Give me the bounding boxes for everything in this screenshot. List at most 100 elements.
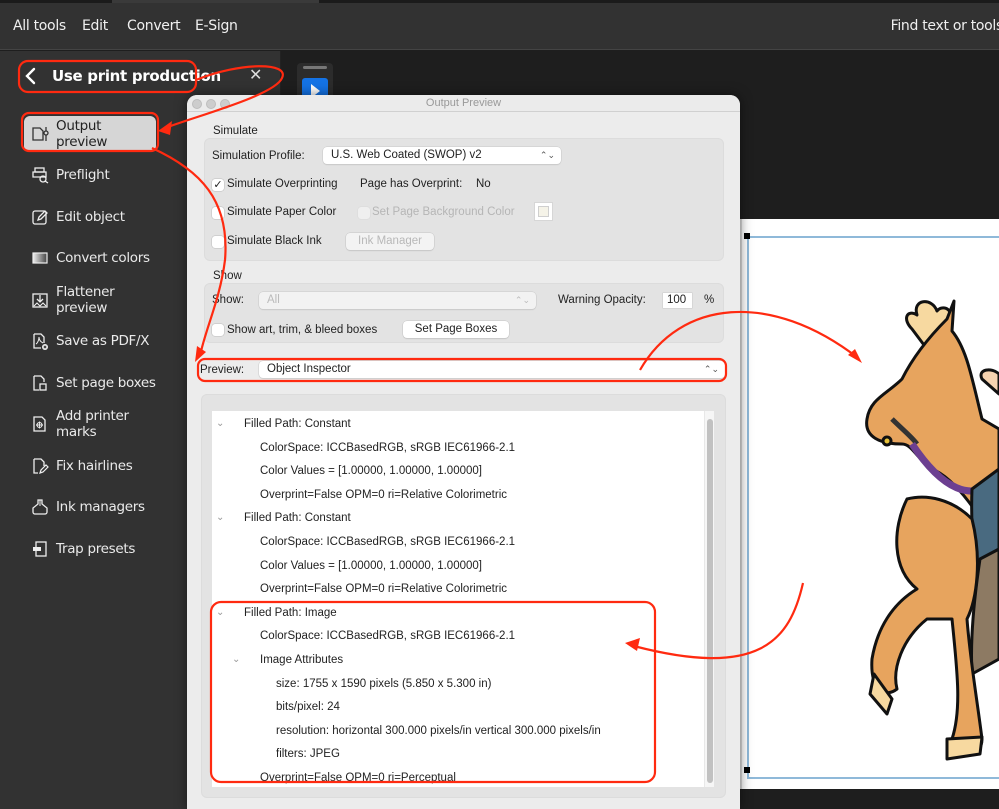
tool-ink-managers[interactable]: Ink managers xyxy=(24,489,156,525)
preview-label: Preview: xyxy=(200,364,245,376)
horse-rider-image xyxy=(865,299,999,761)
tree-row[interactable]: filters: JPEG xyxy=(276,743,340,765)
chevron-left-icon[interactable] xyxy=(20,64,40,88)
tool-trap-presets[interactable]: Trap presets xyxy=(24,531,156,567)
tool-flattener-preview[interactable]: Flattener preview xyxy=(24,282,156,318)
tree-row[interactable]: Image Attributes xyxy=(260,649,343,671)
dialog-title: Output Preview xyxy=(425,97,502,109)
tool-label: Add printer marks xyxy=(56,408,129,440)
tree-row[interactable]: ColorSpace: ICCBasedRGB, sRGB IEC61966-2… xyxy=(260,531,515,553)
ink-manager-button[interactable]: Ink Manager xyxy=(346,233,434,250)
set-page-boxes-button[interactable]: Set Page Boxes xyxy=(403,321,509,338)
menu-all-tools[interactable]: All tools xyxy=(13,18,66,34)
object-inspector-panel: ⌄ Filled Path: Constant ColorSpace: ICCBas… xyxy=(201,394,726,798)
tree-row[interactable]: Overprint=False OPM=0 ri=Relative Colori… xyxy=(260,578,507,600)
tree-scrollbar[interactable] xyxy=(704,411,714,787)
menu-bar: All tools Edit Convert E-Sign Find text … xyxy=(0,3,999,50)
set-page-boxes-icon xyxy=(31,374,49,392)
tree-row[interactable]: Color Values = [1.00000, 1.00000, 1.0000… xyxy=(260,555,482,577)
simulation-profile-value: U.S. Web Coated (SWOP) v2 xyxy=(331,149,482,161)
printer-marks-icon xyxy=(31,415,49,433)
tree-row[interactable]: Filled Path: Image xyxy=(244,602,337,624)
show-section-label: Show xyxy=(213,270,242,282)
tree-row[interactable]: ColorSpace: ICCBasedRGB, sRGB IEC61966-2… xyxy=(260,437,515,459)
tool-output-preview[interactable]: Output preview xyxy=(24,116,156,152)
dialog-titlebar[interactable]: Output Preview xyxy=(187,95,740,112)
show-boxes-checkbox[interactable] xyxy=(212,324,224,336)
select-arrows-icon: ⌃⌄ xyxy=(539,150,555,160)
toolbar-grip[interactable] xyxy=(303,66,327,69)
percent-label: % xyxy=(704,294,715,306)
simulation-profile-select[interactable]: U.S. Web Coated (SWOP) v2 ⌃⌄ xyxy=(323,147,561,164)
tree-row[interactable]: Filled Path: Constant xyxy=(244,413,351,435)
simulate-paper-color-label: Simulate Paper Color xyxy=(227,206,337,218)
select-arrows-icon: ⌃⌄ xyxy=(703,364,719,374)
tool-label: Flattener preview xyxy=(56,284,115,316)
menu-edit[interactable]: Edit xyxy=(82,18,108,34)
tree-row[interactable]: Color Values = [1.00000, 1.00000, 1.0000… xyxy=(260,460,482,482)
show-boxes-label: Show art, trim, & bleed boxes xyxy=(227,324,378,336)
tree-row[interactable]: Overprint=False OPM=0 ri=Relative Colori… xyxy=(260,484,507,506)
save-pdfx-icon xyxy=(31,332,49,350)
tool-label: Output preview xyxy=(56,118,108,150)
tool-save-pdfx[interactable]: Save as PDF/X xyxy=(24,323,156,359)
swatch-color xyxy=(538,206,549,217)
find-text-or-tools[interactable]: Find text or tools xyxy=(891,18,999,34)
tree-row[interactable]: bits/pixel: 24 xyxy=(276,696,340,718)
menu-convert[interactable]: Convert xyxy=(127,18,181,34)
simulate-black-ink-checkbox[interactable] xyxy=(212,236,224,248)
tool-fix-hairlines[interactable]: Fix hairlines xyxy=(24,448,156,484)
simulation-profile-label: Simulation Profile: xyxy=(212,150,305,162)
tree-row[interactable]: resolution: horizontal 300.000 pixels/in… xyxy=(276,720,601,742)
edit-object-icon xyxy=(31,208,49,226)
ink-manager-icon xyxy=(31,498,49,516)
simulate-overprinting-checkbox[interactable]: ✓ xyxy=(212,179,224,191)
simulate-black-ink-label: Simulate Black Ink xyxy=(227,235,322,247)
tree-row[interactable]: Filled Path: Constant xyxy=(244,507,351,529)
background-color-swatch[interactable] xyxy=(534,202,553,221)
tool-label: Preflight xyxy=(56,167,110,183)
page-overprint-label: Page has Overprint: xyxy=(360,178,463,190)
scrollbar-thumb[interactable] xyxy=(707,419,713,783)
show-select[interactable]: All ⌃⌄ xyxy=(259,292,536,309)
simulate-paper-color-checkbox[interactable] xyxy=(212,207,224,219)
tool-edit-object[interactable]: Edit object xyxy=(24,199,156,235)
output-preview-dialog: Output Preview Simulate Simulation Profi… xyxy=(187,95,740,809)
tool-convert-colors[interactable]: Convert colors xyxy=(24,240,156,276)
tool-label: Set page boxes xyxy=(56,375,156,391)
set-bg-color-checkbox[interactable] xyxy=(358,207,370,219)
menu-esign[interactable]: E-Sign xyxy=(195,18,238,34)
simulate-section-label: Simulate xyxy=(213,125,258,137)
fix-hairlines-icon xyxy=(31,457,49,475)
set-bg-color-label: Set Page Background Color xyxy=(372,206,515,218)
document-page[interactable] xyxy=(742,219,999,789)
tool-label: Save as PDF/X xyxy=(56,333,150,349)
preview-value: Object Inspector xyxy=(267,363,351,375)
object-inspector-tree[interactable]: ⌄ Filled Path: Constant ColorSpace: ICCBas… xyxy=(212,411,704,787)
tree-row[interactable]: ColorSpace: ICCBasedRGB, sRGB IEC61966-2… xyxy=(260,625,515,647)
panel-header: Use print production xyxy=(20,61,221,91)
disclosure-chevron-icon[interactable]: ⌄ xyxy=(216,507,224,529)
trap-presets-icon xyxy=(31,540,49,558)
disclosure-chevron-icon[interactable]: ⌄ xyxy=(216,602,224,624)
show-value: All xyxy=(267,294,280,306)
convert-colors-icon xyxy=(31,249,49,267)
tool-preflight[interactable]: Preflight xyxy=(24,157,156,193)
flattener-preview-icon xyxy=(31,291,49,309)
disclosure-chevron-icon[interactable]: ⌄ xyxy=(232,649,240,671)
simulate-overprinting-label: Simulate Overprinting xyxy=(227,178,338,190)
tool-set-page-boxes[interactable]: Set page boxes xyxy=(24,365,156,401)
preflight-icon xyxy=(31,166,49,184)
tree-row[interactable]: size: 1755 x 1590 pixels (5.850 x 5.300 … xyxy=(276,673,491,695)
close-icon[interactable]: ✕ xyxy=(249,66,262,86)
warning-opacity-input[interactable]: 100 xyxy=(663,293,692,308)
tool-add-printer-marks[interactable]: Add printer marks xyxy=(24,406,156,442)
tool-label: Convert colors xyxy=(56,250,150,266)
tree-row[interactable]: Overprint=False OPM=0 ri=Perceptual xyxy=(260,767,456,787)
warning-opacity-label: Warning Opacity: xyxy=(558,294,646,306)
disclosure-chevron-icon[interactable]: ⌄ xyxy=(216,413,224,435)
tool-label: Trap presets xyxy=(56,541,136,557)
show-label: Show: xyxy=(212,294,244,306)
tool-label: Ink managers xyxy=(56,499,145,515)
preview-select[interactable]: Object Inspector ⌃⌄ xyxy=(259,361,725,378)
